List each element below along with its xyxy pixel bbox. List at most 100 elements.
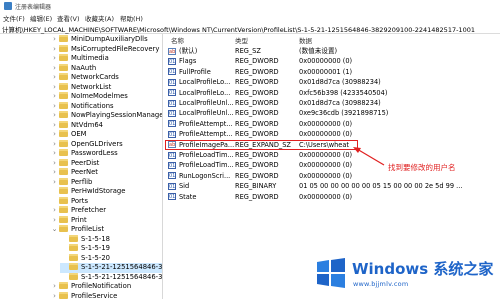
tree-item[interactable]: › PasswordLess: [50, 149, 162, 159]
folder-icon: [59, 168, 68, 175]
value-data: 0x01d8d7ca (30988234): [299, 99, 381, 107]
watermark-url: www.bjjmlv.com: [353, 280, 409, 288]
menu-file[interactable]: 文件(F): [3, 13, 25, 23]
tree-item[interactable]: › Notifications: [50, 101, 162, 112]
address-path[interactable]: 计算机\HKEY_LOCAL_MACHINE\SOFTWARE\Microsof…: [2, 24, 475, 34]
folder-icon: [59, 44, 68, 52]
value-row[interactable]: 01 FullProfile REG_DWORD 0x00000001 (1): [165, 67, 500, 77]
tree-item[interactable]: › NaAuth: [50, 63, 162, 74]
tree-item-label: PasswordLess: [71, 149, 118, 157]
chevron-right-icon[interactable]: ›: [50, 35, 59, 45]
value-type: REG_DWORD: [235, 192, 279, 201]
chevron-right-icon[interactable]: ›: [50, 92, 59, 102]
chevron-right-icon[interactable]: ›: [50, 130, 59, 140]
menu-edit[interactable]: 编辑(E): [30, 13, 52, 23]
tree-item[interactable]: › Perflib: [50, 177, 162, 188]
folder-icon: [69, 234, 78, 242]
value-row[interactable]: 01 ProfileAttempt... REG_DWORD 0x00000000 (…: [165, 119, 500, 129]
value-name: LocalProfileLo...: [179, 88, 231, 97]
binary-value-icon: 01: [168, 68, 176, 76]
tree-item[interactable]: › OEM: [50, 130, 162, 140]
value-type: REG_DWORD: [235, 130, 279, 139]
tree-item[interactable]: › NoImeModelmes: [50, 92, 162, 102]
tree-item[interactable]: › NtVdm64: [50, 120, 162, 131]
chevron-right-icon[interactable]: ›: [50, 140, 59, 150]
folder-icon: [59, 73, 68, 80]
value-type: REG_SZ: [235, 47, 261, 55]
tree-item-label: Perflib: [71, 177, 93, 186]
tree-item[interactable]: › NowPlayingSessionManager: [50, 111, 163, 121]
tree-item[interactable]: › OpenGLDrivers: [50, 139, 162, 150]
binary-value-icon: 01: [168, 109, 176, 117]
chevron-right-icon[interactable]: ›: [50, 292, 59, 299]
column-data-header[interactable]: 数据: [299, 35, 312, 45]
chevron-right-icon[interactable]: ›: [50, 159, 59, 169]
chevron-right-icon[interactable]: ›: [50, 73, 59, 83]
binary-value-icon: 01: [168, 57, 176, 65]
value-row[interactable]: 01 State REG_DWORD 0x00000000 (0): [165, 192, 500, 202]
chevron-right-icon[interactable]: ›: [50, 54, 59, 64]
value-row[interactable]: 01 LocalProfileUnl... REG_DWORD 0x01d8d7ca …: [165, 98, 500, 108]
chevron-right-icon[interactable]: ›: [50, 121, 59, 131]
tree-item[interactable]: › MiniDumpAuxiliaryDlls: [50, 35, 162, 45]
tree-item[interactable]: › Multimedia: [50, 54, 162, 64]
tree-item-label: PeerNet: [71, 168, 98, 176]
chevron-right-icon[interactable]: ›: [50, 282, 59, 292]
chevron-right-icon[interactable]: ›: [50, 64, 59, 74]
folder-icon: [59, 187, 68, 194]
value-row[interactable]: 01 LocalProfileUnl... REG_DWORD 0xe9c36cdb …: [165, 108, 500, 118]
value-name: ProfileAttempt...: [179, 119, 233, 128]
tree-item[interactable]: › ProfileNotification: [50, 282, 162, 292]
value-type: REG_DWORD: [235, 151, 279, 159]
menu-view[interactable]: 查看(V): [57, 13, 80, 23]
chevron-down-icon[interactable]: ⌄: [50, 225, 59, 235]
value-row-profileimagepath[interactable]: ab ProfileImagePa... REG_EXPAND_SZ C:\Users…: [165, 139, 358, 150]
tree-item[interactable]: S-1-5-21-1251564846-38: [60, 263, 163, 273]
column-name-header[interactable]: 名称: [171, 35, 184, 45]
chevron-right-icon[interactable]: ›: [50, 178, 59, 188]
tree-item[interactable]: › ProfileService: [50, 291, 162, 299]
column-type-header[interactable]: 类型: [235, 35, 248, 45]
tree-item[interactable]: › Prefetcher: [50, 206, 162, 216]
chevron-right-icon[interactable]: ›: [50, 206, 59, 216]
value-row[interactable]: 01 ProfileLoadTim... REG_DWORD 0x00000000 (…: [165, 150, 500, 160]
tree-item[interactable]: S-1-5-18: [60, 234, 162, 245]
value-name: ProfileImagePa...: [179, 140, 235, 149]
chevron-right-icon[interactable]: ›: [50, 216, 59, 226]
tree-item[interactable]: › PeerNet: [50, 168, 162, 178]
key-tree[interactable]: › MiniDumpAuxiliaryDlls › MsiCorruptedFileR…: [0, 34, 163, 299]
address-bar[interactable]: 计算机\HKEY_LOCAL_MACHINE\SOFTWARE\Microsof…: [0, 23, 500, 34]
value-name: FullProfile: [179, 67, 211, 76]
tree-item[interactable]: ⌄ ProfileList: [50, 225, 162, 235]
value-type: REG_DWORD: [235, 99, 279, 107]
value-row[interactable]: 01 Flags REG_DWORD 0x00000000 (0): [165, 56, 500, 66]
chevron-right-icon[interactable]: ›: [50, 45, 59, 55]
menu-help[interactable]: 帮助(H): [120, 13, 143, 23]
tree-item[interactable]: S-1-5-20: [60, 253, 162, 264]
value-row[interactable]: 01 Sid REG_BINARY 01 05 00 00 00 00 00 05 1…: [165, 181, 500, 191]
folder-icon: [59, 215, 68, 223]
tree-item-label: NowPlayingSessionManager: [71, 111, 163, 119]
value-row[interactable]: 01 LocalProfileLo... REG_DWORD 0x01d8d7ca (…: [165, 77, 500, 87]
tree-item[interactable]: Ports: [50, 196, 162, 207]
tree-item-label: S-1-5-21-1251564846-38: [81, 263, 163, 271]
chevron-right-icon[interactable]: ›: [50, 102, 59, 112]
value-row[interactable]: ab (默认) REG_SZ (数值未设置): [165, 46, 500, 56]
tree-item[interactable]: › NetworkList: [50, 82, 162, 93]
folder-icon: [59, 82, 68, 90]
folder-icon: [69, 244, 78, 251]
chevron-right-icon[interactable]: ›: [50, 149, 59, 159]
tree-item[interactable]: S-1-5-19: [60, 244, 162, 254]
value-row[interactable]: 01 ProfileAttempt... REG_DWORD 0x00000000 (…: [165, 129, 500, 139]
chevron-right-icon[interactable]: ›: [50, 83, 59, 93]
chevron-right-icon[interactable]: ›: [50, 111, 59, 121]
menu-favorites[interactable]: 收藏夹(A): [85, 13, 114, 23]
tree-item[interactable]: › MsiCorruptedFileRecovery: [50, 44, 162, 55]
tree-item[interactable]: › Print: [50, 215, 162, 226]
value-row[interactable]: 01 LocalProfileLo... REG_DWORD 0xfc56b398 (…: [165, 88, 500, 98]
tree-item[interactable]: › NetworkCards: [50, 73, 162, 83]
chevron-right-icon[interactable]: ›: [50, 168, 59, 178]
tree-item[interactable]: S-1-5-21-1251564846-38: [60, 272, 162, 283]
tree-item[interactable]: PerHwIdStorage: [50, 187, 162, 197]
tree-item[interactable]: › PeerDist: [50, 158, 162, 169]
